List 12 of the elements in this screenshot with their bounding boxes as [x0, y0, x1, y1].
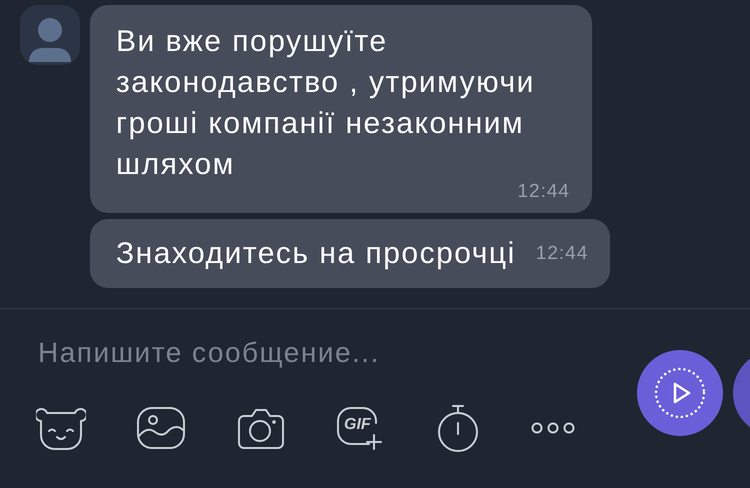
message-time: 12:44	[516, 181, 570, 203]
message-input[interactable]: Напишите сообщение...	[38, 329, 598, 377]
camera-icon[interactable]	[236, 406, 286, 450]
more-icon[interactable]	[530, 421, 576, 435]
gif-button[interactable]: GIF	[336, 405, 386, 451]
bear-face-icon[interactable]	[36, 405, 86, 451]
message-text: Ви вже порушуїте законодавство , утримуючи гроші компанії незаконним шляхом	[116, 24, 536, 183]
play-icon	[653, 366, 707, 420]
image-icon[interactable]	[136, 406, 186, 450]
message-time: 12:44	[536, 242, 588, 264]
message-text: Знаходитесь на просрочці	[116, 236, 516, 272]
stopwatch-icon[interactable]	[436, 403, 480, 453]
